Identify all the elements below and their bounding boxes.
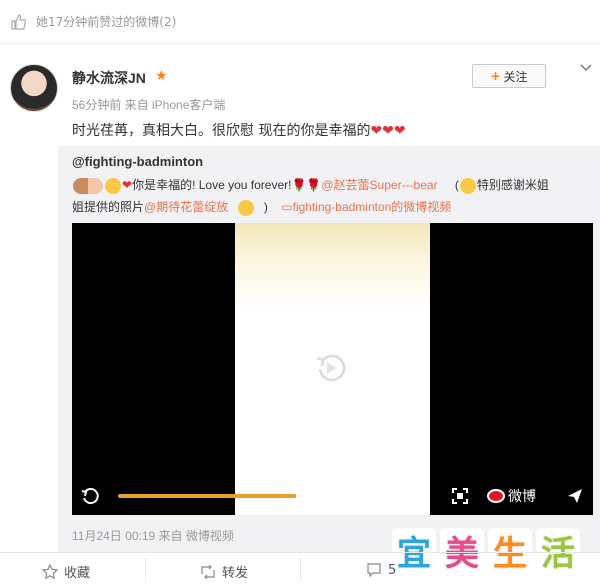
star-icon bbox=[42, 563, 58, 579]
post-text: 时光荏苒，真相大白。很欣慰 现在的你是幸福的❤❤❤ bbox=[72, 120, 406, 140]
rose-emoji-icon: 🌹 bbox=[306, 178, 322, 192]
author-name[interactable]: 静水流深JN bbox=[72, 68, 146, 88]
share-icon[interactable] bbox=[566, 487, 584, 505]
heart-emoji-icon: ❤❤❤ bbox=[370, 123, 406, 139]
time-readout: 5:21/5:21 bbox=[318, 488, 369, 502]
divider bbox=[145, 558, 146, 580]
follow-label: 关注 bbox=[503, 69, 528, 84]
smile-emoji-icon bbox=[105, 177, 121, 194]
repost-text-b: 姐提供的照片 bbox=[72, 200, 145, 214]
repost-author[interactable]: @fighting-badminton bbox=[72, 154, 203, 169]
repost-thanks: 特别感谢米姐 bbox=[476, 178, 549, 192]
repost-button[interactable]: 转发 bbox=[200, 562, 248, 581]
comment-button[interactable]: 5 bbox=[366, 562, 396, 578]
favorite-label: 收藏 bbox=[64, 566, 91, 581]
weibo-logo[interactable]: 微博 bbox=[487, 486, 536, 506]
thumbs-up-icon bbox=[11, 13, 26, 30]
fullscreen-icon[interactable] bbox=[451, 487, 469, 505]
favorite-button[interactable]: 收藏 bbox=[42, 562, 90, 581]
liked-by-bar[interactable]: 她17分钟前赞过的微博(2) bbox=[0, 0, 600, 44]
post-text-body: 时光荏苒，真相大白。很欣慰 现在的你是幸福的 bbox=[72, 123, 371, 139]
paren-close: ) bbox=[263, 200, 268, 214]
progress-handle[interactable] bbox=[296, 490, 308, 502]
vip-star-icon: ★ bbox=[155, 68, 168, 84]
grin-emoji-icon bbox=[459, 177, 476, 194]
mention-link[interactable]: @期待花蕾绽放 bbox=[144, 200, 228, 214]
repost-text-line2: 姐提供的照片@期待花蕾绽放 ) ▭fighting-badminton的微博视频 bbox=[72, 197, 592, 217]
replay-icon[interactable] bbox=[311, 348, 351, 388]
quality-button[interactable]: 高清 bbox=[390, 485, 428, 505]
repost-text-a: 你是幸福的! Love you forever! bbox=[132, 178, 292, 192]
comment-count: 5 bbox=[388, 562, 397, 578]
video-link-icon[interactable]: ▭ bbox=[281, 200, 292, 214]
repost-icon bbox=[201, 564, 215, 579]
progress-bar[interactable] bbox=[118, 494, 302, 498]
divider bbox=[300, 558, 301, 580]
plus-icon: + bbox=[490, 69, 501, 83]
post-meta: 56分钟前 来自 iPhone客户端 bbox=[72, 98, 226, 112]
couple-emoji-icon bbox=[73, 177, 103, 194]
chevron-down-icon[interactable] bbox=[578, 60, 594, 76]
video-link[interactable]: fighting-badminton的微博视频 bbox=[293, 200, 452, 214]
heart-emoji-icon: ❤ bbox=[122, 178, 133, 192]
rose-emoji-icon: 🌹 bbox=[291, 178, 307, 192]
weibo-brand: 微博 bbox=[508, 489, 536, 505]
mention-link[interactable]: @赵芸蕾Super---bear bbox=[321, 178, 437, 192]
comment-icon bbox=[367, 563, 381, 578]
liked-by-text: 她17分钟前赞过的微博(2) bbox=[36, 15, 177, 29]
follow-button[interactable]: + 关注 bbox=[472, 64, 546, 88]
repost-label: 转发 bbox=[222, 566, 249, 581]
post-date: 11月24日 00:19 来自 微博视频 bbox=[72, 529, 234, 543]
weibo-eye-icon bbox=[487, 489, 505, 503]
replay-control-icon[interactable] bbox=[80, 486, 100, 506]
shy-emoji-icon bbox=[237, 199, 254, 216]
avatar[interactable] bbox=[10, 64, 58, 112]
repost-text-line1: ❤你是幸福的! Love you forever!🌹🌹@赵芸蕾Super---b… bbox=[72, 175, 592, 195]
